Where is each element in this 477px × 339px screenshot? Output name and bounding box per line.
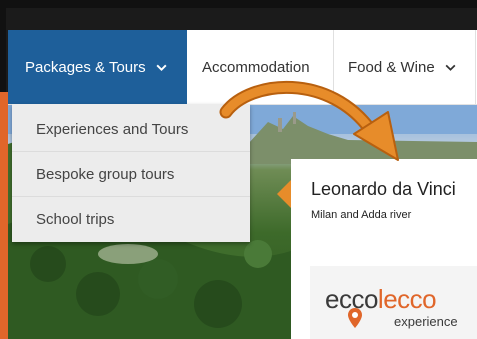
dropdown-item-experiences-tours[interactable]: Experiences and Tours	[12, 107, 250, 152]
logo-word-orange: lecco	[377, 284, 437, 314]
logo-subtitle: experience	[394, 314, 458, 329]
dropdown-item-school-trips[interactable]: School trips	[12, 197, 250, 242]
window-frame-top	[0, 0, 477, 8]
chevron-down-icon	[156, 64, 167, 71]
nav-divider	[475, 30, 476, 104]
nav-accommodation[interactable]: Accommodation	[187, 30, 333, 104]
tour-card-title[interactable]: Leonardo da Vinci	[311, 179, 456, 200]
packages-dropdown-menu: Experiences and Tours Bespoke group tour…	[12, 104, 250, 242]
nav-food-wine[interactable]: Food & Wine	[334, 30, 477, 104]
dropdown-item-bespoke-group-tours[interactable]: Bespoke group tours	[12, 152, 250, 197]
nav-packages-tours[interactable]: Packages & Tours	[8, 30, 187, 104]
orange-accent-strip	[0, 92, 8, 339]
card-pointer-arrow	[277, 180, 291, 208]
location-pin-icon	[348, 308, 362, 328]
tour-card-subtitle: Milan and Adda river	[311, 209, 412, 221]
main-navigation: Packages & Tours Accommodation Food & Wi…	[8, 30, 477, 105]
nav-packages-tours-label: Packages & Tours	[25, 58, 146, 76]
nav-food-wine-label: Food & Wine	[348, 58, 435, 76]
tour-card[interactable]: Leonardo da Vinci Milan and Adda river	[291, 159, 477, 245]
logo-wordmark: eccolecco	[325, 284, 437, 315]
nav-accommodation-label: Accommodation	[202, 58, 310, 76]
eccolecco-logo[interactable]: eccolecco experience	[310, 266, 477, 339]
chevron-down-icon	[445, 64, 456, 71]
